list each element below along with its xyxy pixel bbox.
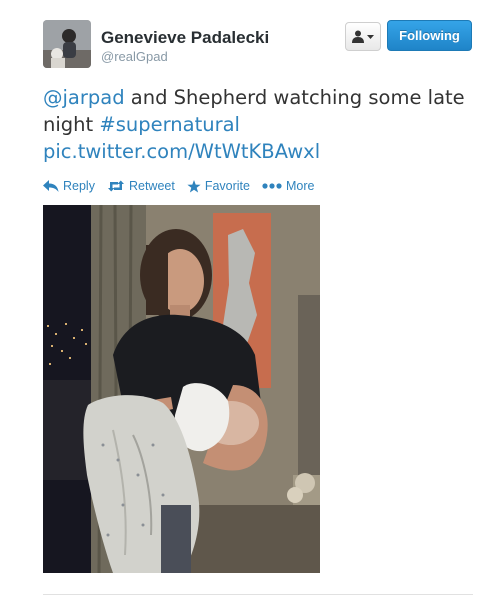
tweet-header: Genevieve Padalecki @realGpad Following <box>43 20 473 72</box>
user-avatar[interactable] <box>43 20 91 68</box>
caret-down-icon <box>367 34 374 39</box>
media-link[interactable]: pic.twitter.com/WtWtKBAwxl <box>43 140 320 163</box>
reply-icon <box>43 180 59 192</box>
retweet-action[interactable]: Retweet <box>107 179 175 193</box>
tweet-photo[interactable] <box>43 205 320 573</box>
person-icon <box>352 30 364 43</box>
mention-link[interactable]: @jarpad <box>43 86 125 109</box>
hashtag-link[interactable]: #supernatural <box>99 113 240 136</box>
reply-label: Reply <box>63 179 95 193</box>
user-actions-dropdown[interactable] <box>345 22 381 51</box>
user-handle[interactable]: @realGpad <box>101 49 168 64</box>
display-name[interactable]: Genevieve Padalecki <box>101 28 269 48</box>
retweet-label: Retweet <box>128 179 175 193</box>
more-action[interactable]: More <box>262 179 314 193</box>
following-button[interactable]: Following <box>387 20 472 51</box>
star-icon <box>187 179 201 192</box>
favorite-label: Favorite <box>204 179 250 193</box>
retweet-icon <box>107 180 124 192</box>
tweet-actions: Reply Retweet Favorite More <box>43 176 326 196</box>
favorite-action[interactable]: Favorite <box>187 179 250 193</box>
more-label: More <box>285 179 315 193</box>
bottom-divider <box>43 594 473 595</box>
tweet-text: @jarpad and Shepherd watching some late … <box>43 84 473 165</box>
more-dots-icon <box>262 183 282 189</box>
reply-action[interactable]: Reply <box>43 179 95 193</box>
